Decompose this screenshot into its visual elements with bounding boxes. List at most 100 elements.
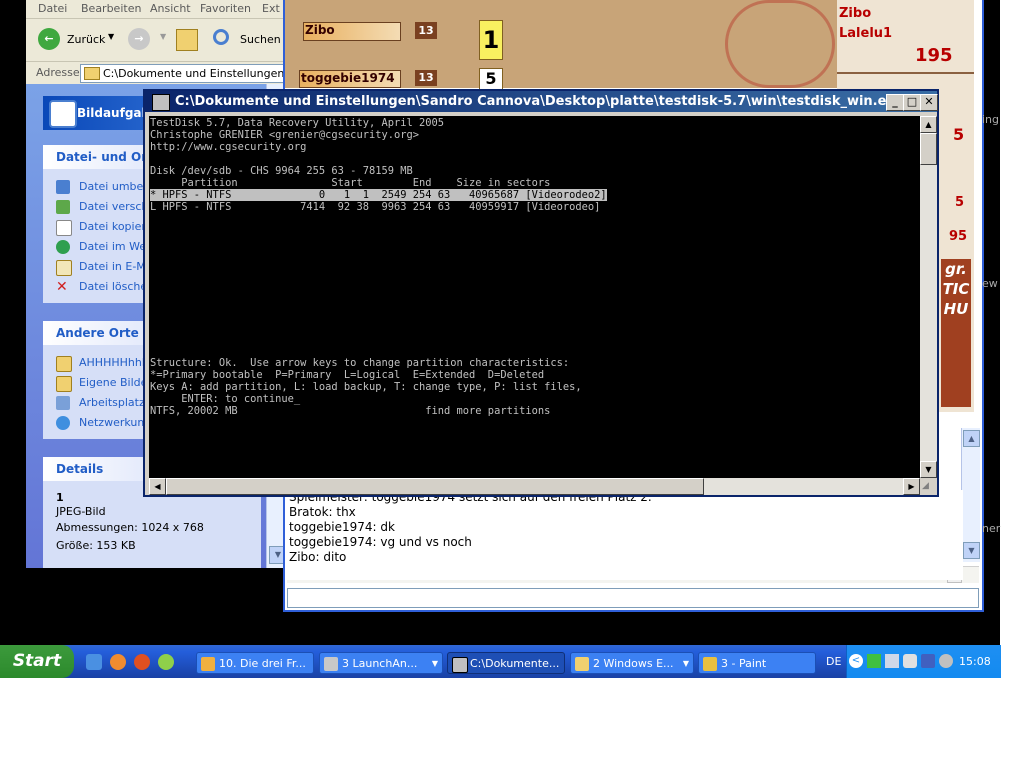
- show-desktop-icon[interactable]: [86, 654, 102, 670]
- menu-ansicht[interactable]: Ansicht: [150, 2, 191, 15]
- scroll-down-icon[interactable]: ▼: [920, 461, 937, 478]
- address-value: C:\Dokumente und Einstellungen\San: [103, 67, 288, 80]
- taskbar-item-label: 3 - Paint: [721, 657, 767, 670]
- partition-header: Partition Start End Size in sectors: [150, 177, 551, 189]
- address-input[interactable]: C:\Dokumente und Einstellungen\San: [80, 64, 288, 83]
- network-icon: [56, 416, 70, 430]
- partition-row[interactable]: L HPFS - NTFS 7414 92 38 9963 254 63 409…: [150, 201, 600, 213]
- scroll-up-icon[interactable]: ▲: [963, 430, 980, 447]
- player-score: 13: [415, 22, 437, 39]
- scoreboard-value: 5: [953, 125, 965, 144]
- background-window-text: ner: [982, 522, 1001, 535]
- taskbar-item-label: 10. Die drei Fr...: [219, 657, 306, 670]
- console-title-bar[interactable]: C:\Dokumente und Einstellungen\Sandro Ca…: [145, 91, 937, 112]
- monitor-icon[interactable]: [885, 654, 899, 668]
- resize-grip-icon[interactable]: ◢: [922, 480, 935, 493]
- security-shield-icon[interactable]: [921, 654, 935, 668]
- console-vertical-scrollbar[interactable]: ▲ ▼: [920, 116, 937, 478]
- player-score: 13: [415, 70, 437, 86]
- chat-input[interactable]: [287, 588, 979, 608]
- menu-favoriten[interactable]: Favoriten: [200, 2, 251, 15]
- volume-icon[interactable]: [939, 654, 953, 668]
- card[interactable]: 1: [479, 20, 503, 60]
- tray-expand-icon[interactable]: <: [849, 654, 863, 668]
- player-name: toggebie1974: [301, 71, 395, 85]
- forward-dropdown-icon[interactable]: ▼: [160, 32, 166, 41]
- chat-log: Spielmeister: toggebie1974 setzt sich au…: [287, 490, 963, 580]
- menu-bearbeiten[interactable]: Bearbeiten: [81, 2, 141, 15]
- details-dimensions: Abmessungen: 1024 x 768: [56, 521, 204, 534]
- back-icon[interactable]: ←: [38, 28, 60, 50]
- console-icon: [452, 657, 468, 673]
- taskbar-item[interactable]: 10. Die drei Fr...: [196, 652, 314, 674]
- forward-icon[interactable]: →: [128, 28, 150, 50]
- scoreboard-score: 195: [915, 45, 953, 66]
- scroll-up-icon[interactable]: ▲: [920, 116, 937, 133]
- scoreboard-team-player: Zibo: [839, 6, 872, 21]
- card[interactable]: 5: [479, 68, 503, 90]
- partition-row-selected[interactable]: * HPFS - NTFS 0 1 1 2549 254 63 40965687…: [150, 189, 607, 201]
- copy-icon: [56, 220, 72, 236]
- chat-line: Zibo: dito: [289, 550, 347, 564]
- system-tray: < 15:08: [846, 645, 1001, 678]
- email-file-label: Datei in E-Ma: [79, 260, 153, 273]
- console-line: Keys A: add partition, L: load backup, T…: [150, 381, 582, 393]
- console-output[interactable]: TestDisk 5.7, Data Recovery Utility, Apr…: [149, 116, 920, 478]
- console-line: http://www.cgsecurity.org: [150, 141, 307, 153]
- scoreboard-value: 95: [949, 229, 968, 244]
- hardware-icon[interactable]: [903, 654, 917, 668]
- folder-up-icon[interactable]: [176, 29, 198, 51]
- taskbar-item-label: 3 LaunchAn...: [342, 657, 418, 670]
- taskbar-item[interactable]: 2 Windows E... ▼: [570, 652, 694, 674]
- picture-tasks-icon: [49, 100, 77, 128]
- group-dropdown-icon: ▼: [431, 659, 438, 668]
- details-type: JPEG-Bild: [56, 505, 106, 518]
- background-window-text: ew: [982, 277, 998, 290]
- clock: 15:08: [959, 655, 991, 668]
- close-button[interactable]: ✕: [920, 94, 938, 111]
- console-line: NTFS, 20002 MB find more partitions: [150, 405, 551, 417]
- details-size: Größe: 153 KB: [56, 539, 136, 552]
- media-player-icon[interactable]: [158, 654, 174, 670]
- taskbar-item-active[interactable]: C:\Dokumente...: [447, 652, 565, 674]
- scroll-right-icon[interactable]: ▶: [903, 478, 920, 495]
- back-dropdown-icon[interactable]: ▼: [108, 32, 114, 41]
- taskbar-item[interactable]: 3 - Paint: [698, 652, 816, 674]
- disk-info-line: Disk /dev/sdb - CHS 9964 255 63 - 78159 …: [150, 165, 413, 177]
- menu-extras[interactable]: Ext: [262, 2, 280, 15]
- scoreboard-value: 5: [955, 195, 965, 210]
- chat-scrollbar[interactable]: ▲ ▼: [961, 428, 980, 562]
- language-indicator[interactable]: DE: [826, 655, 841, 668]
- chat-line: toggebie1974: vg und vs noch: [289, 535, 472, 549]
- scroll-down-icon[interactable]: ▼: [963, 542, 980, 559]
- scroll-thumb[interactable]: [166, 478, 704, 495]
- quicklaunch-icon[interactable]: [110, 654, 126, 670]
- menu-datei[interactable]: Datei: [38, 2, 67, 15]
- back-button[interactable]: Zurück: [67, 33, 105, 46]
- scroll-thumb[interactable]: [920, 133, 937, 165]
- folder-icon: [84, 67, 100, 80]
- console-line: TestDisk 5.7, Data Recovery Utility, Apr…: [150, 117, 445, 129]
- maximize-button[interactable]: □: [903, 94, 921, 111]
- search-icon[interactable]: [213, 29, 229, 45]
- start-label: Start: [12, 651, 62, 671]
- start-button[interactable]: Start: [0, 645, 74, 678]
- folder-icon: [56, 356, 72, 372]
- delete-file-label: Datei löscher: [79, 280, 152, 293]
- console-horizontal-scrollbar[interactable]: ◀ ▶: [149, 478, 920, 495]
- grand-tichu-button[interactable]: gr. TICHU: [941, 259, 971, 407]
- taskbar-item[interactable]: 3 LaunchAn... ▼: [319, 652, 443, 674]
- scroll-left-icon[interactable]: ◀: [149, 478, 166, 495]
- chat-line: toggebie1974: dk: [289, 520, 395, 534]
- console-title: C:\Dokumente und Einstellungen\Sandro Ca…: [175, 94, 904, 109]
- pictures-folder-icon: [56, 376, 72, 392]
- firefox-icon[interactable]: [134, 654, 150, 670]
- search-button[interactable]: Suchen: [240, 33, 281, 46]
- computer-icon: [56, 396, 70, 410]
- network-icon[interactable]: [867, 654, 881, 668]
- my-computer-label: Arbeitsplatz: [79, 396, 145, 409]
- group-dropdown-icon: ▼: [682, 659, 689, 668]
- minimize-button[interactable]: _: [886, 94, 904, 111]
- testdisk-console-window: C:\Dokumente und Einstellungen\Sandro Ca…: [143, 89, 939, 497]
- player-name: Zibo: [305, 23, 335, 37]
